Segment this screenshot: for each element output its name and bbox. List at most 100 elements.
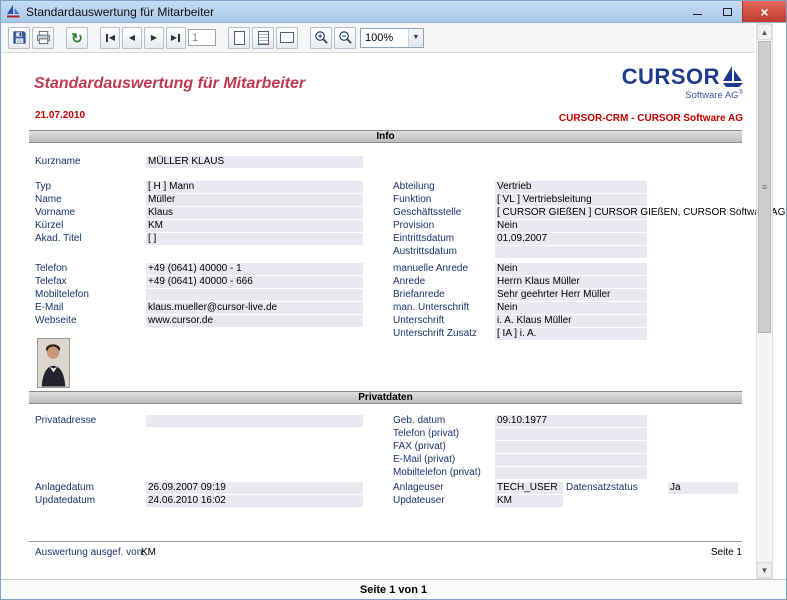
field-value: MÜLLER KLAUS: [146, 156, 363, 168]
zoom-select[interactable]: 100% ▼: [360, 28, 424, 48]
section-header-info: Info: [29, 130, 742, 143]
fit-width-view-button[interactable]: [276, 27, 298, 49]
section-header-privatdaten: Privatdaten: [29, 391, 742, 404]
arrow-left-icon: ◀: [109, 34, 115, 42]
row-datensatzstatus: DatensatzstatusJa: [1, 482, 755, 495]
row-geschaeftsstelle: Geschäftsstelle[ CURSOR GIEßEN ] CURSOR …: [1, 207, 755, 220]
save-icon: [12, 30, 27, 45]
field-label: Funktion: [393, 194, 493, 206]
window-controls: ×: [682, 1, 786, 22]
single-page-view-button[interactable]: [228, 27, 250, 49]
field-label: Anrede: [393, 276, 493, 288]
vertical-scrollbar[interactable]: ▲ ≡ ▼: [756, 23, 773, 579]
field-label: Provision: [393, 220, 493, 232]
employee-photo: [37, 338, 70, 388]
refresh-button[interactable]: ↻: [66, 27, 88, 49]
fit-width-icon: [280, 32, 294, 43]
row-fax-privat: FAX (privat): [1, 441, 755, 454]
zoom-in-button[interactable]: [310, 27, 332, 49]
field-label: manuelle Anrede: [393, 263, 493, 275]
arrow-right-icon: ▶: [171, 34, 177, 42]
field-label: FAX (privat): [393, 441, 493, 453]
row-briefanrede: BriefanredeSehr geehrter Herr Müller: [1, 289, 755, 302]
print-button[interactable]: [32, 27, 54, 49]
field-label: Updateuser: [393, 495, 493, 507]
first-page-bar-icon: [106, 34, 108, 42]
zoom-out-icon: [338, 30, 353, 45]
fit-page-icon: [258, 31, 269, 45]
field-value: [495, 467, 647, 479]
field-value: 01.09.2007: [495, 233, 647, 245]
row-manuelle-anrede: manuelle AnredeNein: [1, 263, 755, 276]
field-value: Vertrieb: [495, 181, 647, 193]
last-page-button[interactable]: ▶: [166, 27, 186, 49]
field-value: Nein: [495, 263, 647, 275]
arrow-left-icon: ◀: [129, 34, 135, 42]
footer-divider: [29, 541, 742, 542]
last-page-bar-icon: [178, 34, 180, 42]
row-telefon-privat: Telefon (privat): [1, 428, 755, 441]
scroll-up-button[interactable]: ▲: [757, 24, 772, 40]
field-label: Briefanrede: [393, 289, 493, 301]
chevron-down-icon: ▼: [408, 29, 423, 47]
field-label: Mobiltelefon (privat): [393, 467, 493, 479]
field-label: man. Unterschrift: [393, 302, 493, 314]
print-icon: [36, 30, 51, 45]
previous-page-button[interactable]: ◀: [122, 27, 142, 49]
scroll-down-button[interactable]: ▼: [757, 562, 772, 578]
row-unterschrift-zusatz: Unterschrift Zusatz[ IA ] i. A.: [1, 328, 755, 341]
field-value: [495, 441, 647, 453]
app-icon: [6, 4, 21, 19]
titlebar: Standardauswertung für Mitarbeiter ×: [1, 1, 786, 23]
field-label: Kurzname: [35, 156, 145, 168]
page-number-input[interactable]: [188, 29, 216, 46]
zoom-out-button[interactable]: [334, 27, 356, 49]
field-label: E-Mail (privat): [393, 454, 493, 466]
cursor-logo-text: CURSOR: [622, 66, 720, 88]
field-value: Nein: [495, 220, 647, 232]
row-anrede: AnredeHerrn Klaus Müller: [1, 276, 755, 289]
cursor-logo: CURSOR Software AG®: [622, 66, 743, 101]
field-value: [ IA ] i. A.: [495, 328, 647, 340]
row-man-unterschrift: man. UnterschriftNein: [1, 302, 755, 315]
field-label: Eintrittsdatum: [393, 233, 493, 245]
field-label: Unterschrift Zusatz: [393, 328, 493, 340]
report-page: Standardauswertung für Mitarbeiter 21.07…: [1, 53, 755, 579]
field-label: Geb. datum: [393, 415, 493, 427]
row-kurzname: KurznameMÜLLER KLAUS: [1, 156, 755, 169]
field-value: Sehr geehrter Herr Müller: [495, 289, 647, 301]
field-label: Geschäftsstelle: [393, 207, 493, 219]
first-page-button[interactable]: ◀: [100, 27, 120, 49]
field-value: Ja: [668, 482, 738, 494]
field-value: KM: [495, 495, 563, 507]
arrow-right-icon: ▶: [151, 34, 157, 42]
field-value: Herrn Klaus Müller: [495, 276, 647, 288]
window-title: Standardauswertung für Mitarbeiter: [26, 5, 214, 19]
field-label: Austrittsdatum: [393, 246, 493, 258]
org-line: CURSOR-CRM - CURSOR Software AG: [559, 113, 743, 124]
row-austrittsdatum: Austrittsdatum: [1, 246, 755, 259]
row-funktion: Funktion[ VL ] Vertriebsleitung: [1, 194, 755, 207]
scrollbar-thumb[interactable]: ≡: [758, 41, 771, 333]
fit-page-view-button[interactable]: [252, 27, 274, 49]
save-button[interactable]: [8, 27, 30, 49]
row-eintrittsdatum: Eintrittsdatum01.09.2007: [1, 233, 755, 246]
report-date: 21.07.2010: [35, 110, 85, 121]
next-page-button[interactable]: ▶: [144, 27, 164, 49]
field-value: [495, 428, 647, 440]
row-unterschrift: Unterschrifti. A. Klaus Müller: [1, 315, 755, 328]
maximize-button[interactable]: [712, 1, 742, 22]
row-updateuser: UpdateuserKM: [1, 495, 755, 508]
report-title: Standardauswertung für Mitarbeiter: [34, 75, 305, 93]
zoom-value: 100%: [361, 32, 408, 44]
row-geb-datum: Geb. datum09.10.1977: [1, 415, 755, 428]
field-value: [ VL ] Vertriebsleitung: [495, 194, 647, 206]
maximize-icon: [723, 8, 732, 16]
field-label: Unterschrift: [393, 315, 493, 327]
refresh-icon: ↻: [71, 31, 83, 45]
minimize-button[interactable]: [682, 1, 712, 22]
field-value: 09.10.1977: [495, 415, 647, 427]
status-page-text: Seite 1 von 1: [360, 584, 427, 596]
close-button[interactable]: ×: [742, 1, 786, 22]
app-window: Standardauswertung für Mitarbeiter ×: [0, 0, 787, 600]
